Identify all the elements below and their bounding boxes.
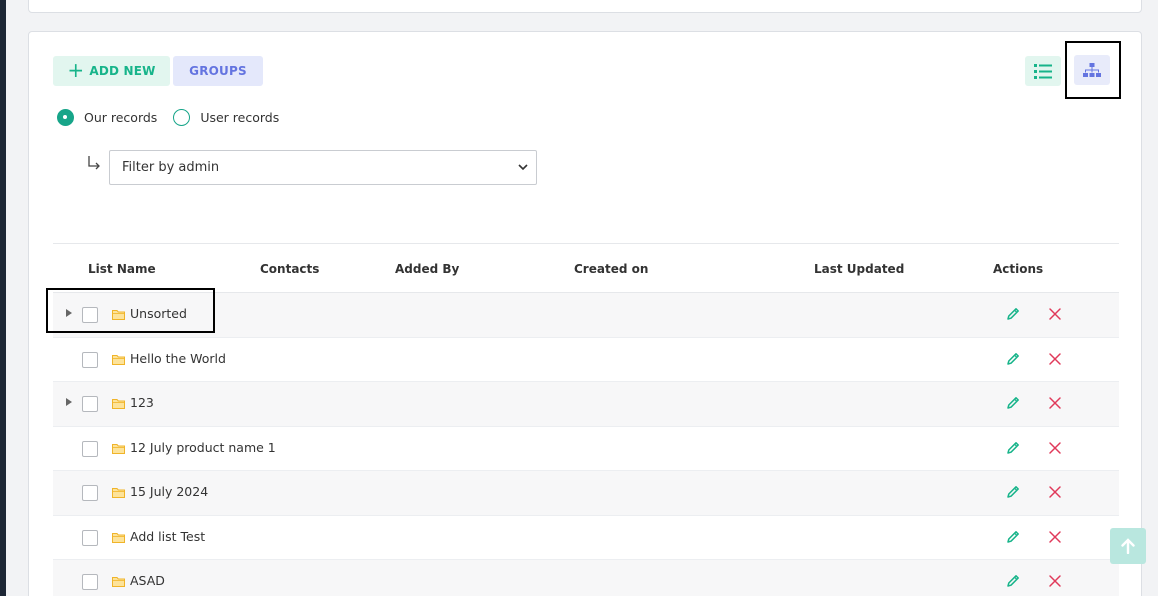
edit-pencil-icon[interactable] — [1005, 484, 1021, 500]
edit-pencil-icon[interactable] — [1005, 573, 1021, 589]
top-card — [28, 0, 1142, 13]
add-new-label: ADD NEW — [89, 64, 156, 78]
table-header: List Name Contacts Added By Created on L… — [53, 243, 1119, 293]
table-row: Hello the World — [53, 338, 1119, 382]
col-created-on[interactable]: Created on — [574, 262, 648, 276]
edit-pencil-icon[interactable] — [1005, 529, 1021, 545]
user-records-radio[interactable] — [173, 108, 191, 126]
col-added-by[interactable]: Added By — [395, 262, 459, 276]
row-checkbox[interactable] — [82, 485, 98, 501]
row-highlight — [46, 288, 215, 333]
list-view-icon — [1034, 63, 1052, 79]
arrow-up-icon — [1121, 538, 1135, 554]
edit-pencil-icon[interactable] — [1005, 351, 1021, 367]
table-row: ASAD — [53, 560, 1119, 596]
folder-icon — [112, 577, 125, 587]
row-checkbox[interactable] — [82, 396, 98, 412]
row-checkbox[interactable] — [82, 351, 98, 368]
folder-icon — [112, 399, 125, 409]
row-checkbox[interactable] — [82, 440, 98, 457]
user-records-label: User records — [200, 109, 280, 125]
table-body: Unsorted Hello the World 123 12 July produc… — [53, 293, 1119, 596]
delete-x-icon[interactable] — [1048, 307, 1062, 321]
table-row: 12 July product name 1 — [53, 427, 1119, 471]
delete-x-icon[interactable] — [1048, 396, 1062, 410]
list-name[interactable]: ASAD — [130, 573, 165, 588]
plus-icon: + — [67, 58, 85, 82]
delete-x-icon[interactable] — [1048, 530, 1062, 544]
col-contacts[interactable]: Contacts — [260, 262, 319, 276]
expand-caret-icon[interactable] — [66, 398, 72, 406]
col-actions: Actions — [993, 262, 1044, 276]
table-row: 123 — [53, 382, 1119, 427]
scroll-to-top-button[interactable] — [1110, 528, 1146, 564]
table-row: 15 July 2024 — [53, 471, 1119, 516]
add-new-button[interactable]: + ADD NEW — [53, 56, 170, 86]
left-sidebar-edge — [0, 0, 6, 596]
sitemap-icon — [1083, 62, 1101, 77]
col-list-name[interactable]: List Name — [88, 262, 156, 276]
list-view-button[interactable] — [1025, 56, 1061, 86]
folder-icon — [112, 532, 125, 543]
list-name[interactable]: 123 — [130, 395, 154, 410]
admin-filter-value: Filter by admin — [122, 160, 220, 175]
tree-view-button[interactable] — [1074, 55, 1110, 85]
edit-pencil-icon[interactable] — [1005, 306, 1021, 322]
delete-x-icon[interactable] — [1048, 574, 1062, 588]
delete-x-icon[interactable] — [1048, 485, 1062, 499]
groups-button[interactable]: GROUPS — [173, 56, 263, 86]
folder-icon — [112, 488, 125, 498]
row-checkbox[interactable] — [82, 529, 98, 546]
list-name[interactable]: 15 July 2024 — [130, 484, 208, 499]
col-last-updated[interactable]: Last Updated — [814, 262, 904, 276]
our-records-label: Our records — [84, 109, 158, 125]
records-radio-group: Our records User records — [57, 108, 295, 126]
list-name[interactable]: 12 July product name 1 — [130, 440, 276, 455]
list-name[interactable]: Hello the World — [130, 351, 226, 366]
row-checkbox[interactable] — [82, 574, 98, 590]
sub-arrow-icon — [88, 156, 100, 170]
edit-pencil-icon[interactable] — [1005, 440, 1021, 456]
chevron-down-icon — [518, 164, 528, 171]
our-records-radio[interactable] — [57, 108, 74, 126]
delete-x-icon[interactable] — [1048, 441, 1062, 455]
edit-pencil-icon[interactable] — [1005, 395, 1021, 411]
folder-icon — [112, 354, 125, 365]
folder-icon — [112, 443, 125, 454]
table-row: Add list Test — [53, 516, 1119, 560]
list-name[interactable]: Add list Test — [130, 529, 205, 544]
admin-filter-select[interactable]: Filter by admin — [109, 150, 537, 185]
delete-x-icon[interactable] — [1048, 352, 1062, 366]
